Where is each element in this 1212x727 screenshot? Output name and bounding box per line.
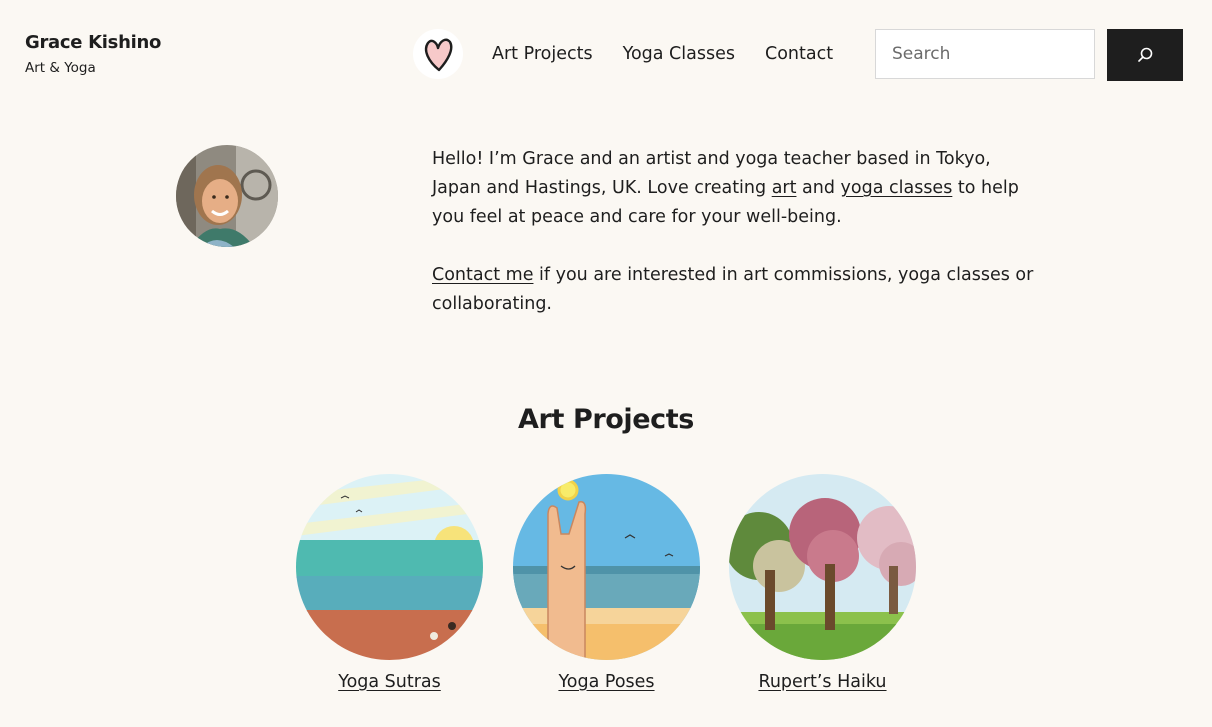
site-tagline: Art & Yoga [25, 60, 96, 76]
nav-item-art-projects[interactable]: Art Projects [492, 44, 593, 64]
project-card-yoga-poses: Yoga Poses [513, 474, 700, 692]
site-logo[interactable] [413, 29, 463, 79]
project-link-ruperts-haiku[interactable]: Rupert’s Haiku [758, 672, 886, 692]
project-card-ruperts-haiku: Rupert’s Haiku [729, 474, 916, 692]
avatar [176, 145, 278, 247]
site-title[interactable]: Grace Kishino [25, 32, 161, 53]
project-link-yoga-sutras[interactable]: Yoga Sutras [338, 672, 441, 692]
intro-text: Hello! I’m Grace and an artist and yoga … [432, 145, 1042, 348]
project-image-yoga-poses[interactable] [513, 474, 700, 660]
search-button[interactable] [1107, 29, 1183, 81]
intro-paragraph: Hello! I’m Grace and an artist and yoga … [432, 145, 1042, 232]
nav-item-contact[interactable]: Contact [765, 44, 833, 64]
art-link[interactable]: art [772, 178, 797, 198]
project-link-yoga-poses[interactable]: Yoga Poses [558, 672, 654, 692]
yoga-classes-link[interactable]: yoga classes [841, 178, 953, 198]
search-icon [1138, 47, 1153, 62]
heart-icon [424, 38, 453, 72]
nav-item-yoga-classes[interactable]: Yoga Classes [623, 44, 735, 64]
contact-paragraph: Contact me if you are interested in art … [432, 261, 1042, 319]
main-nav: Art Projects Yoga Classes Contact [492, 44, 833, 64]
project-card-yoga-sutras: Yoga Sutras [296, 474, 483, 692]
contact-me-link[interactable]: Contact me [432, 265, 533, 285]
intro-text-part: and [796, 178, 841, 198]
section-heading: Art Projects [518, 404, 694, 435]
project-image-ruperts-haiku[interactable] [729, 474, 916, 660]
search-input[interactable] [875, 29, 1095, 79]
project-image-yoga-sutras[interactable] [296, 474, 483, 660]
